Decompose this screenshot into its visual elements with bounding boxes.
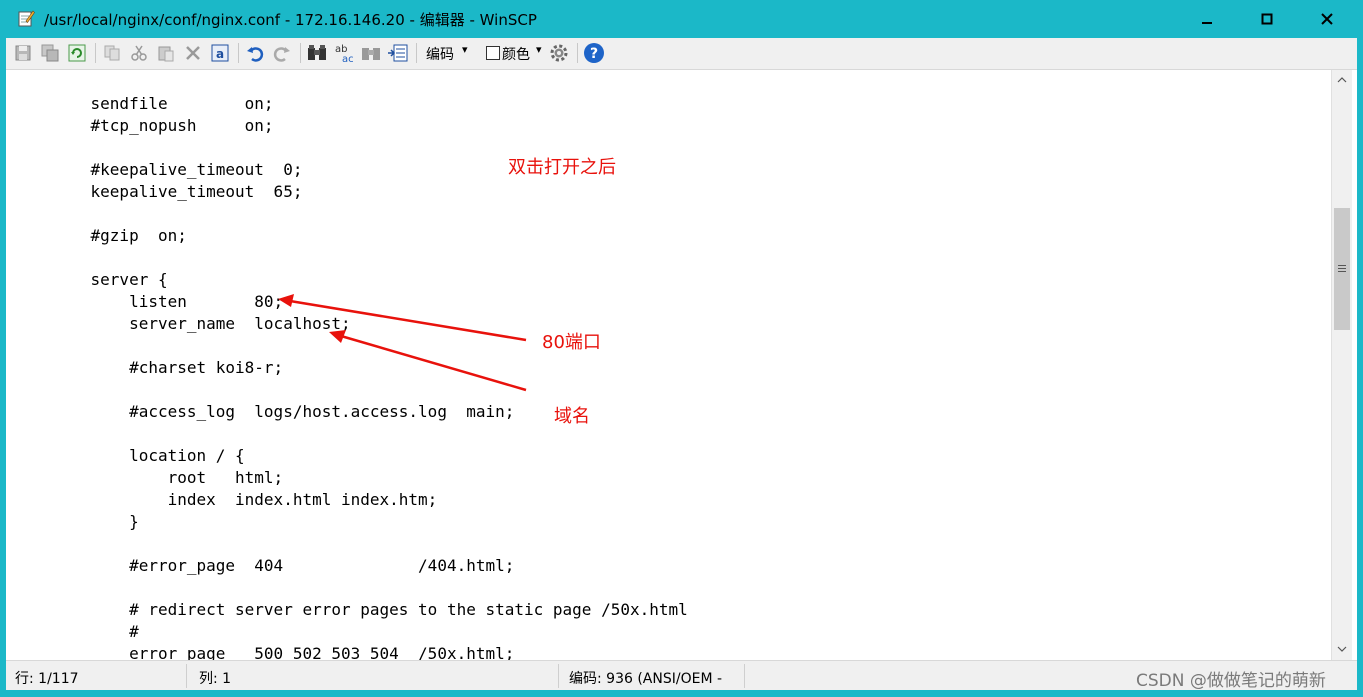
vertical-scrollbar[interactable] (1331, 70, 1352, 660)
toolbar-separator (300, 43, 301, 63)
goto-line-button[interactable] (387, 42, 409, 64)
watermark: CSDN @做做笔记的萌新 (1136, 671, 1326, 691)
svg-text:a: a (216, 47, 224, 61)
cut-icon (131, 45, 147, 61)
scrollbar-thumb[interactable] (1334, 208, 1350, 330)
replace-button[interactable]: ab ac (333, 42, 355, 64)
delete-button[interactable] (182, 42, 204, 64)
reload-button[interactable] (66, 42, 88, 64)
undo-icon (247, 47, 264, 62)
undo-button[interactable] (244, 42, 266, 64)
window-frame-left (0, 38, 6, 697)
paste-icon (158, 46, 174, 62)
status-separator (558, 664, 559, 688)
code-line: error_page 500 502 503 504 /50x.html; (52, 644, 515, 660)
window-frame-bottom (0, 690, 1363, 697)
help-button[interactable]: ? (583, 42, 605, 64)
code-line: keepalive_timeout 65; (52, 182, 303, 201)
thumb-grip (1338, 271, 1346, 272)
find-button[interactable] (306, 42, 328, 64)
select-all-icon: a (211, 44, 229, 62)
chevron-up-icon (1337, 77, 1347, 83)
notepad-edit-icon (17, 9, 35, 27)
find-next-icon (362, 48, 380, 60)
code-line: root html; (52, 468, 284, 487)
window-frame-right (1357, 38, 1363, 697)
select-all-button[interactable]: a (209, 42, 231, 64)
scroll-down-button[interactable] (1332, 639, 1352, 659)
title-bar: /usr/local/nginx/conf/nginx.conf - 172.1… (0, 0, 1363, 38)
code-line: #access_log logs/host.access.log main; (52, 402, 515, 421)
annotation-domain-note: 域名 (554, 406, 590, 427)
code-line: #tcp_nopush on; (52, 116, 274, 135)
code-line: #keepalive_timeout 0; (52, 160, 303, 179)
save-icon (15, 45, 31, 61)
minimize-icon (1202, 21, 1212, 24)
status-encoding: 编码: 936 (ANSI/OEM - (569, 671, 723, 687)
replace-icon: abac (335, 44, 354, 63)
code-line: #gzip on; (52, 226, 187, 245)
delete-icon (186, 46, 200, 60)
code-line: location / { (52, 446, 245, 465)
toolbar-separator (95, 43, 96, 63)
color-dropdown-icon[interactable]: ▾ (536, 43, 542, 56)
code-line: # redirect server error pages to the sta… (52, 600, 688, 619)
close-icon (1321, 12, 1333, 25)
thumb-grip (1338, 265, 1346, 266)
status-line: 行: 1/117 (15, 671, 79, 687)
code-line: listen 80; (52, 292, 284, 311)
maximize-icon (1261, 13, 1273, 24)
save-all-icon (41, 44, 59, 62)
code-line: server_name localhost; (52, 314, 351, 333)
status-separator (744, 664, 745, 688)
minimize-button[interactable] (1177, 0, 1237, 37)
svg-text:ac: ac (342, 54, 354, 63)
toolbar-separator (416, 43, 417, 63)
redo-icon (273, 47, 290, 62)
code-line: # (52, 622, 139, 641)
color-checkbox[interactable] (486, 46, 500, 60)
code-line: sendfile on; (52, 94, 274, 113)
status-bar: 行: 1/117 列: 1 编码: 936 (ANSI/OEM - CSDN @… (6, 660, 1357, 691)
settings-button[interactable] (548, 42, 570, 64)
toolbar: a ab ac 编码 ▾ 颜色 ▾ ? (6, 38, 1357, 70)
color-menu-label[interactable]: 颜色 (502, 44, 530, 64)
help-icon: ? (584, 43, 604, 63)
find-next-button[interactable] (360, 42, 382, 64)
annotation-open-note: 双击打开之后 (508, 157, 616, 178)
scroll-up-button[interactable] (1332, 70, 1352, 90)
copy-icon (104, 45, 120, 61)
encoding-dropdown-icon[interactable]: ▾ (462, 43, 468, 56)
close-button[interactable] (1297, 0, 1357, 37)
window-title: /usr/local/nginx/conf/nginx.conf - 172.1… (44, 11, 537, 29)
thumb-grip (1338, 268, 1346, 269)
annotation-port-note: 80端口 (542, 332, 601, 353)
save-all-button[interactable] (39, 42, 61, 64)
status-column: 列: 1 (199, 671, 232, 687)
cut-button[interactable] (128, 42, 150, 64)
redo-button[interactable] (271, 42, 293, 64)
code-line: #error_page 404 /404.html; (52, 556, 515, 575)
code-line: } (52, 512, 139, 531)
reload-icon (68, 44, 86, 62)
maximize-button[interactable] (1237, 0, 1297, 37)
paste-button[interactable] (155, 42, 177, 64)
code-line: server { (52, 270, 168, 289)
toolbar-separator (238, 43, 239, 63)
code-line: #charset koi8-r; (52, 358, 284, 377)
settings-icon (550, 44, 568, 62)
toolbar-separator (577, 43, 578, 63)
goto-line-icon (388, 44, 408, 62)
code-line: index index.html index.htm; (52, 490, 438, 509)
svg-text:?: ? (590, 46, 598, 62)
text-editor[interactable]: sendfile on; #tcp_nopush on; #keepalive_… (11, 70, 1331, 660)
chevron-down-icon (1337, 646, 1347, 652)
save-button[interactable] (12, 42, 34, 64)
find-icon (308, 45, 326, 60)
encoding-menu-label[interactable]: 编码 (426, 44, 454, 64)
status-separator (186, 664, 187, 688)
copy-button[interactable] (101, 42, 123, 64)
